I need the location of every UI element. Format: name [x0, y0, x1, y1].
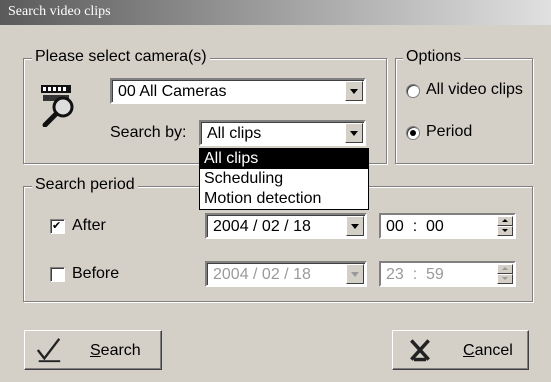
options-group-legend: Options [403, 48, 465, 66]
after-checkbox[interactable] [50, 219, 65, 234]
spin-down-icon [502, 229, 508, 232]
after-date-value: 2004 / 02 / 18 [213, 218, 311, 235]
chevron-down-icon [351, 224, 359, 229]
chevron-down-icon [350, 89, 358, 94]
before-time-value: 23 : 59 [386, 266, 444, 283]
radio-period-label[interactable]: Period [426, 122, 472, 142]
search-by-select[interactable]: All clips [199, 120, 366, 146]
before-time-field[interactable]: 23 : 59 [379, 261, 516, 287]
window-title: Search video clips [8, 4, 111, 19]
search-by-label: Search by: [110, 124, 187, 141]
title-bar: Search video clips [0, 0, 551, 25]
period-group-legend: Search period [32, 176, 138, 194]
camera-select-value: 00 All Cameras [118, 83, 227, 100]
dropdown-option[interactable]: Motion detection [200, 189, 368, 209]
camera-select[interactable]: 00 All Cameras [110, 78, 366, 104]
spin-down-icon [502, 277, 508, 280]
search-label-rest: earch [100, 342, 141, 359]
chevron-down-icon [350, 131, 358, 136]
after-date-select[interactable]: 2004 / 02 / 18 [205, 213, 367, 239]
radio-period[interactable] [406, 126, 420, 140]
before-date-select[interactable]: 2004 / 02 / 18 [205, 261, 367, 287]
before-time-down-button[interactable] [497, 274, 513, 284]
after-date-dropdown-button[interactable] [346, 216, 364, 236]
chevron-down-icon [351, 272, 359, 277]
camera-dropdown-button[interactable] [345, 81, 363, 101]
search-accel: S [90, 342, 101, 359]
cancel-x-icon [410, 339, 430, 362]
search-button-label: Search [90, 341, 141, 361]
cancel-button-label: Cancel [463, 341, 513, 361]
after-time-up-button[interactable] [497, 216, 513, 226]
radio-all-video-clips-label[interactable]: All video clips [426, 80, 523, 100]
after-time-down-button[interactable] [497, 226, 513, 236]
camera-group-legend: Please select camera(s) [32, 48, 210, 66]
after-time-value: 00 : 00 [386, 218, 444, 235]
before-label[interactable]: Before [72, 264, 119, 284]
search-by-select-value: All clips [207, 125, 262, 142]
dropdown-option[interactable]: All clips [200, 149, 368, 169]
search-button[interactable]: Search [24, 330, 162, 370]
options-group-frame [395, 58, 533, 164]
before-date-dropdown-button[interactable] [346, 264, 364, 284]
camera-search-icon [41, 85, 74, 127]
dropdown-option[interactable]: Scheduling [200, 169, 368, 189]
radio-all-video-clips[interactable] [406, 84, 420, 98]
before-time-up-button[interactable] [497, 264, 513, 274]
search-by-dropdown-button[interactable] [345, 123, 363, 143]
cancel-accel: C [463, 342, 475, 359]
cancel-button[interactable]: Cancel [392, 330, 529, 370]
checkmark-pen-icon [36, 338, 61, 363]
search-by-dropdown-list[interactable]: All clips Scheduling Motion detection [199, 148, 369, 210]
cancel-label-rest: ancel [474, 342, 513, 359]
spin-up-icon [502, 267, 508, 270]
before-date-value: 2004 / 02 / 18 [213, 266, 311, 283]
spin-up-icon [502, 219, 508, 222]
after-time-field[interactable]: 00 : 00 [379, 213, 516, 239]
after-label[interactable]: After [72, 216, 106, 236]
before-checkbox[interactable] [50, 267, 65, 282]
